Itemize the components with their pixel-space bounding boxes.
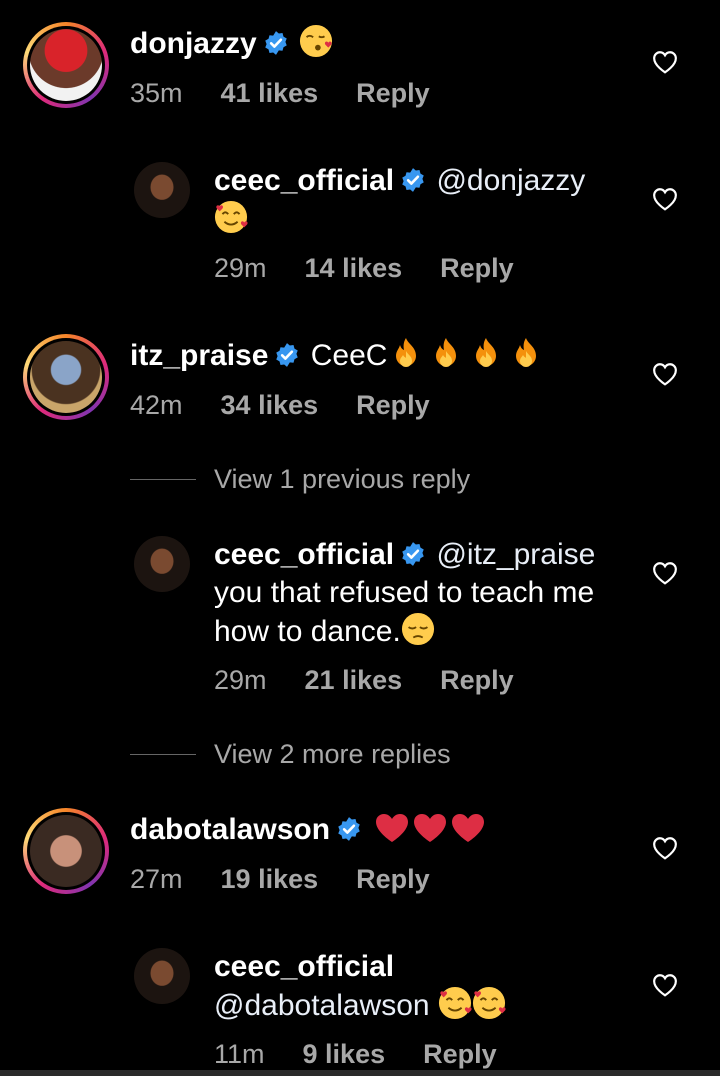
like-heart-icon[interactable]: [652, 362, 678, 386]
view-more-replies[interactable]: View 2 more replies: [130, 735, 451, 773]
likes-count[interactable]: 14 likes: [305, 253, 403, 283]
divider: [130, 753, 196, 755]
reply-button[interactable]: Reply: [356, 78, 430, 108]
comment-time: 42m: [130, 390, 183, 420]
like-heart-icon[interactable]: [652, 973, 678, 997]
avatar: [30, 29, 102, 101]
verified-icon: [336, 816, 362, 842]
username[interactable]: ceec_official: [214, 538, 394, 571]
avatar[interactable]: [134, 536, 190, 592]
red-heart-emoji-icon: [374, 812, 410, 844]
kissing-face-emoji-icon: [299, 24, 333, 58]
smiling-face-with-hearts-emoji-icon: [214, 200, 248, 234]
fire-emoji-icon: [471, 337, 501, 369]
reply-button[interactable]: Reply: [440, 253, 514, 283]
avatar-story-ring[interactable]: [23, 808, 109, 894]
view-more-label[interactable]: View 2 more replies: [214, 739, 451, 770]
like-heart-icon[interactable]: [652, 50, 678, 74]
mention-link[interactable]: @itz_praise: [436, 538, 595, 571]
avatar[interactable]: [134, 162, 190, 218]
reply-button[interactable]: Reply: [356, 390, 430, 420]
comment-text: how to dance.: [214, 615, 401, 648]
likes-count[interactable]: 21 likes: [305, 665, 403, 695]
comment-text: CeeC: [310, 339, 388, 372]
smiling-face-with-hearts-emoji-icon: [472, 986, 506, 1020]
view-previous-label[interactable]: View 1 previous reply: [214, 464, 470, 495]
avatar-story-ring[interactable]: [23, 334, 109, 420]
divider: [130, 478, 196, 480]
likes-count[interactable]: 34 likes: [221, 390, 319, 420]
pensive-face-emoji-icon: [401, 612, 434, 646]
verified-icon: [400, 167, 426, 193]
comment-time: 27m: [130, 864, 183, 894]
username[interactable]: dabotalawson: [130, 813, 330, 846]
bottom-edge-bar: [0, 1070, 720, 1076]
avatar: [30, 341, 102, 413]
mention-link[interactable]: @donjazzy: [436, 164, 585, 197]
red-heart-emoji-icon: [412, 812, 448, 844]
reply-button[interactable]: Reply: [423, 1039, 497, 1069]
comment-time: 35m: [130, 78, 183, 108]
likes-count[interactable]: 19 likes: [221, 864, 319, 894]
red-heart-emoji-icon: [450, 812, 486, 844]
avatar[interactable]: [134, 948, 190, 1004]
mention-link[interactable]: @dabotalawson: [214, 989, 430, 1022]
verified-icon: [263, 30, 289, 56]
comment-text: you that refused to teach me: [214, 576, 595, 609]
like-heart-icon[interactable]: [652, 561, 678, 585]
verified-icon: [400, 541, 426, 567]
username[interactable]: ceec_official: [214, 950, 394, 983]
fire-emoji-icon: [431, 337, 461, 369]
comment-time: 11m: [214, 1039, 265, 1069]
likes-count[interactable]: 41 likes: [221, 78, 319, 108]
likes-count[interactable]: 9 likes: [303, 1039, 386, 1069]
comment-time: 29m: [214, 665, 267, 695]
view-previous-replies[interactable]: View 1 previous reply: [130, 460, 470, 498]
fire-emoji-icon: [391, 337, 421, 369]
like-heart-icon[interactable]: [652, 187, 678, 211]
avatar: [30, 815, 102, 887]
reply-button[interactable]: Reply: [440, 665, 514, 695]
smiling-face-with-hearts-emoji-icon: [438, 986, 472, 1020]
fire-emoji-icon: [511, 337, 541, 369]
avatar-story-ring[interactable]: [23, 22, 109, 108]
username[interactable]: itz_praise: [130, 339, 268, 372]
like-heart-icon[interactable]: [652, 836, 678, 860]
username[interactable]: ceec_official: [214, 164, 394, 197]
comment-time: 29m: [214, 253, 267, 283]
username[interactable]: donjazzy: [130, 27, 257, 60]
reply-button[interactable]: Reply: [356, 864, 430, 894]
verified-icon: [274, 342, 300, 368]
